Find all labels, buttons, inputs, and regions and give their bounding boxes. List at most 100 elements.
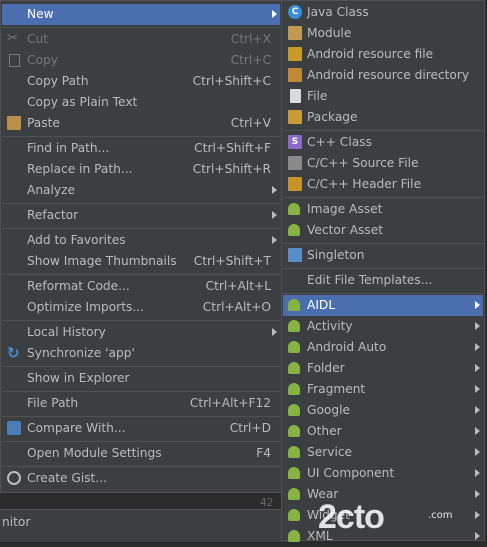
submenu-item-label: AIDL bbox=[307, 298, 336, 312]
resource-file-icon bbox=[288, 47, 302, 61]
menu-item-open-module-settings[interactable]: Open Module Settings F4 bbox=[2, 443, 280, 464]
submenu-item-android-resource-directory[interactable]: Android resource directory bbox=[283, 65, 483, 86]
submenu-arrow-icon bbox=[475, 322, 480, 330]
menu-item-cut[interactable]: ✂ Cut Ctrl+X bbox=[2, 29, 280, 50]
menu-item-shortcut: Ctrl+Shift+C bbox=[192, 74, 271, 88]
site-watermark: 2cto .com bbox=[318, 496, 483, 540]
menu-item-label: Synchronize 'app' bbox=[27, 346, 135, 360]
menu-item-add-to-favorites[interactable]: Add to Favorites bbox=[2, 230, 280, 251]
submenu-item-google[interactable]: Google bbox=[283, 400, 483, 421]
tool-window-label[interactable]: nitor bbox=[2, 515, 30, 529]
menu-item-analyze[interactable]: Analyze bbox=[2, 180, 280, 201]
menu-item-replace-in-path[interactable]: Replace in Path... Ctrl+Shift+R bbox=[2, 159, 280, 180]
submenu-item-label: C++ Class bbox=[307, 135, 372, 149]
submenu-item-fragment[interactable]: Fragment bbox=[283, 379, 483, 400]
menu-item-label: Reformat Code... bbox=[27, 279, 130, 293]
submenu-item-ui-component[interactable]: UI Component bbox=[283, 463, 483, 484]
submenu-item-label: C/C++ Source File bbox=[307, 156, 419, 170]
submenu-arrow-icon bbox=[475, 448, 480, 456]
submenu-item-label: Edit File Templates... bbox=[307, 273, 433, 287]
menu-separator bbox=[2, 228, 280, 229]
submenu-arrow-icon bbox=[272, 186, 277, 194]
submenu-item-android-auto[interactable]: Android Auto bbox=[283, 337, 483, 358]
android-icon bbox=[288, 404, 300, 416]
submenu-item-label: Java Class bbox=[307, 5, 369, 19]
submenu-item-module[interactable]: Module bbox=[283, 23, 483, 44]
menu-item-show-image-thumbnails[interactable]: Show Image Thumbnails Ctrl+Shift+T bbox=[2, 251, 280, 272]
menu-item-refactor[interactable]: Refactor bbox=[2, 205, 280, 226]
submenu-item-label: Image Asset bbox=[307, 202, 383, 216]
submenu-item-cpp-header-file[interactable]: C/C++ Header File bbox=[283, 174, 483, 195]
menu-item-new[interactable]: New bbox=[2, 4, 280, 25]
submenu-item-label: Other bbox=[307, 424, 342, 438]
menu-separator bbox=[2, 466, 280, 467]
submenu-arrow-icon bbox=[475, 343, 480, 351]
menu-item-shortcut: Ctrl+Shift+F bbox=[194, 141, 271, 155]
submenu-item-other[interactable]: Other bbox=[283, 421, 483, 442]
singleton-icon bbox=[288, 248, 302, 262]
menu-item-label: New bbox=[27, 7, 54, 21]
submenu-item-label: Package bbox=[307, 110, 358, 124]
submenu-item-folder[interactable]: Folder bbox=[283, 358, 483, 379]
menu-item-file-path[interactable]: File Path Ctrl+Alt+F12 bbox=[2, 393, 280, 414]
menu-separator bbox=[2, 416, 280, 417]
submenu-item-label: Singleton bbox=[307, 248, 365, 262]
menu-item-show-in-explorer[interactable]: Show in Explorer bbox=[2, 368, 280, 389]
submenu-item-service[interactable]: Service bbox=[283, 442, 483, 463]
submenu-item-edit-file-templates[interactable]: Edit File Templates... bbox=[283, 270, 483, 291]
menu-item-compare-with[interactable]: Compare With... Ctrl+D bbox=[2, 418, 280, 439]
android-icon bbox=[288, 425, 300, 437]
menu-item-label: Create Gist... bbox=[27, 471, 107, 485]
menu-item-label: Refactor bbox=[27, 208, 79, 222]
android-icon bbox=[288, 320, 300, 332]
menu-separator bbox=[283, 293, 483, 294]
menu-item-label: Paste bbox=[27, 116, 60, 130]
menu-item-reformat-code[interactable]: Reformat Code... Ctrl+Alt+L bbox=[2, 276, 280, 297]
submenu-arrow-icon bbox=[272, 10, 277, 18]
submenu-item-cpp-class[interactable]: S C++ Class bbox=[283, 132, 483, 153]
submenu-item-file[interactable]: File bbox=[283, 86, 483, 107]
submenu-item-android-resource-file[interactable]: Android resource file bbox=[283, 44, 483, 65]
submenu-item-singleton[interactable]: Singleton bbox=[283, 245, 483, 266]
java-class-icon: C bbox=[288, 5, 302, 19]
android-icon bbox=[288, 383, 300, 395]
menu-item-label: Analyze bbox=[27, 183, 76, 197]
cpp-source-icon bbox=[288, 156, 302, 170]
menu-separator bbox=[2, 441, 280, 442]
menu-separator bbox=[2, 274, 280, 275]
submenu-arrow-icon bbox=[475, 427, 480, 435]
menu-item-label: Local History bbox=[27, 325, 106, 339]
submenu-item-vector-asset[interactable]: Vector Asset bbox=[283, 220, 483, 241]
menu-separator bbox=[283, 197, 483, 198]
menu-item-copy[interactable]: Copy Ctrl+C bbox=[2, 50, 280, 71]
menu-item-optimize-imports[interactable]: Optimize Imports... Ctrl+Alt+O bbox=[2, 297, 280, 318]
module-icon bbox=[288, 26, 302, 40]
submenu-item-activity[interactable]: Activity bbox=[283, 316, 483, 337]
submenu-item-label: Folder bbox=[307, 361, 345, 375]
resource-directory-icon bbox=[288, 68, 302, 82]
cpp-class-icon: S bbox=[288, 135, 302, 149]
submenu-item-cpp-source-file[interactable]: C/C++ Source File bbox=[283, 153, 483, 174]
menu-item-local-history[interactable]: Local History bbox=[2, 322, 280, 343]
menu-separator bbox=[2, 136, 280, 137]
submenu-item-image-asset[interactable]: Image Asset bbox=[283, 199, 483, 220]
menu-item-copy-plain-text[interactable]: Copy as Plain Text bbox=[2, 92, 280, 113]
menu-item-label: Optimize Imports... bbox=[27, 300, 144, 314]
submenu-item-aidl[interactable]: AIDL bbox=[283, 295, 483, 316]
android-icon bbox=[288, 341, 300, 353]
watermark-suffix: .com bbox=[428, 510, 453, 521]
menu-item-find-in-path[interactable]: Find in Path... Ctrl+Shift+F bbox=[2, 138, 280, 159]
tool-window-bar: nitor bbox=[0, 509, 290, 542]
submenu-item-package[interactable]: Package bbox=[283, 107, 483, 128]
menu-item-create-gist[interactable]: Create Gist... bbox=[2, 468, 280, 489]
menu-separator bbox=[283, 130, 483, 131]
submenu-item-java-class[interactable]: C Java Class bbox=[283, 2, 483, 23]
menu-item-synchronize[interactable]: ↻ Synchronize 'app' bbox=[2, 343, 280, 364]
menu-item-paste[interactable]: Paste Ctrl+V bbox=[2, 113, 280, 134]
menu-item-label: Find in Path... bbox=[27, 141, 110, 155]
cpp-header-icon bbox=[288, 177, 302, 191]
menu-item-copy-path[interactable]: Copy Path Ctrl+Shift+C bbox=[2, 71, 280, 92]
android-icon bbox=[288, 488, 300, 500]
menu-separator bbox=[2, 203, 280, 204]
menu-item-shortcut: Ctrl+Alt+L bbox=[205, 279, 271, 293]
